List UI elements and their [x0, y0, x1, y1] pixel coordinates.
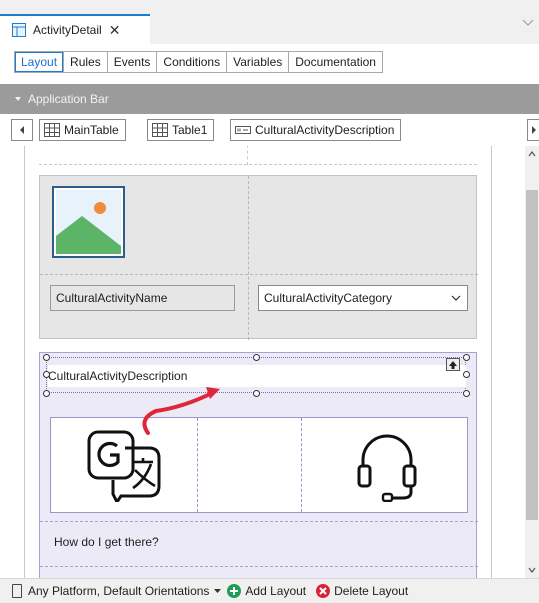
how-do-i-get-there-label: How do I get there? — [54, 535, 159, 549]
path-item-selected-control-label: CulturalActivityDescription — [255, 123, 395, 137]
resize-handle[interactable] — [43, 354, 50, 361]
document-tab-strip: ActivityDetail ✕ — [0, 0, 539, 44]
close-icon[interactable]: ✕ — [109, 23, 121, 37]
resize-handle[interactable] — [43, 390, 50, 397]
device-icon — [12, 584, 22, 598]
path-item-selected-control[interactable]: CulturalActivityDescription — [230, 119, 402, 141]
path-item-maintable-label: MainTable — [64, 123, 119, 137]
tab-events[interactable]: Events — [107, 52, 158, 72]
delete-icon — [316, 584, 331, 598]
control-path-bar: MainTable Table1 CulturalActivityDescrip… — [0, 114, 539, 146]
scroll-down-icon[interactable] — [526, 564, 538, 576]
application-bar[interactable]: Application Bar — [0, 84, 539, 114]
platform-selector[interactable]: Any Platform, Default Orientations — [28, 584, 209, 598]
document-tab-activitydetail[interactable]: ActivityDetail ✕ — [0, 14, 150, 44]
application-bar-label: Application Bar — [28, 92, 109, 106]
path-item-table1[interactable]: Table1 — [147, 119, 215, 141]
table-icon — [12, 23, 26, 37]
delete-layout-label: Delete Layout — [334, 584, 409, 598]
scrollbar-thumb[interactable] — [526, 190, 538, 520]
tab-layout[interactable]: Layout — [15, 52, 65, 72]
layout-canvas[interactable]: CulturalActivityName CulturalActivityCat… — [0, 146, 525, 578]
cultural-activity-category-combo[interactable]: CulturalActivityCategory — [258, 285, 468, 311]
resize-handle[interactable] — [253, 390, 260, 397]
main-table[interactable]: CulturalActivityName CulturalActivityCat… — [24, 146, 492, 578]
delete-layout-button[interactable]: Delete Layout — [316, 584, 408, 598]
path-scroll-left-button[interactable] — [11, 119, 33, 141]
selected-table[interactable]: CulturalActivityDescription How do I get… — [39, 352, 478, 578]
caret-down-icon — [15, 97, 21, 101]
add-layout-button[interactable]: Add Layout — [227, 584, 306, 598]
table1-row-divider — [40, 274, 478, 275]
resize-handle[interactable] — [253, 354, 260, 361]
resize-handle[interactable] — [463, 354, 470, 361]
tab-conditions[interactable]: Conditions — [157, 52, 228, 72]
icon-table-column-divider — [301, 418, 302, 512]
annotation-arrow-icon — [142, 387, 220, 435]
select-parent-button[interactable] — [446, 358, 460, 371]
caret-left-icon — [20, 126, 24, 134]
add-layout-label: Add Layout — [245, 584, 307, 598]
document-tab-title: ActivityDetail — [33, 23, 102, 37]
resize-handle[interactable] — [463, 371, 470, 378]
caret-down-icon[interactable] — [214, 588, 222, 594]
path-scroll-right-button[interactable] — [527, 119, 539, 141]
textbox-icon — [235, 126, 251, 134]
scroll-up-icon[interactable] — [526, 148, 538, 160]
selected-table-row-divider — [40, 521, 478, 522]
tab-variables[interactable]: Variables — [227, 52, 290, 72]
chevron-down-icon[interactable] — [521, 16, 535, 30]
resize-handle[interactable] — [463, 390, 470, 397]
cultural-activity-category-value: CulturalActivityCategory — [264, 291, 393, 305]
caret-right-icon — [532, 126, 536, 134]
table-grid-icon — [44, 123, 60, 137]
vertical-scrollbar[interactable] — [525, 146, 539, 578]
editor-subtabs: Layout Rules Events Conditions Variables… — [0, 44, 539, 80]
translate-icon[interactable] — [87, 428, 163, 502]
layout-bottom-bar: Any Platform, Default Orientations Add L… — [0, 578, 539, 603]
image-placeholder-icon[interactable] — [52, 186, 125, 258]
path-item-table1-label: Table1 — [172, 123, 208, 137]
path-item-maintable[interactable]: MainTable — [39, 119, 126, 141]
chevron-down-icon[interactable] — [445, 286, 467, 310]
cultural-activity-name-field[interactable]: CulturalActivityName — [50, 285, 235, 311]
cultural-activity-description-field[interactable]: CulturalActivityDescription — [48, 365, 466, 387]
table-grid-icon — [152, 123, 168, 137]
selected-table-row-divider — [40, 566, 478, 567]
arrow-up-icon — [449, 360, 457, 369]
table1-column-divider — [248, 176, 249, 340]
icon-table[interactable] — [50, 417, 468, 513]
add-icon — [227, 584, 242, 598]
tab-documentation[interactable]: Documentation — [289, 52, 382, 72]
table1[interactable]: CulturalActivityName CulturalActivityCat… — [39, 175, 478, 340]
headset-icon[interactable] — [355, 430, 419, 502]
main-table-top-row — [39, 146, 477, 165]
resize-handle[interactable] — [43, 371, 50, 378]
tab-rules[interactable]: Rules — [64, 52, 108, 72]
